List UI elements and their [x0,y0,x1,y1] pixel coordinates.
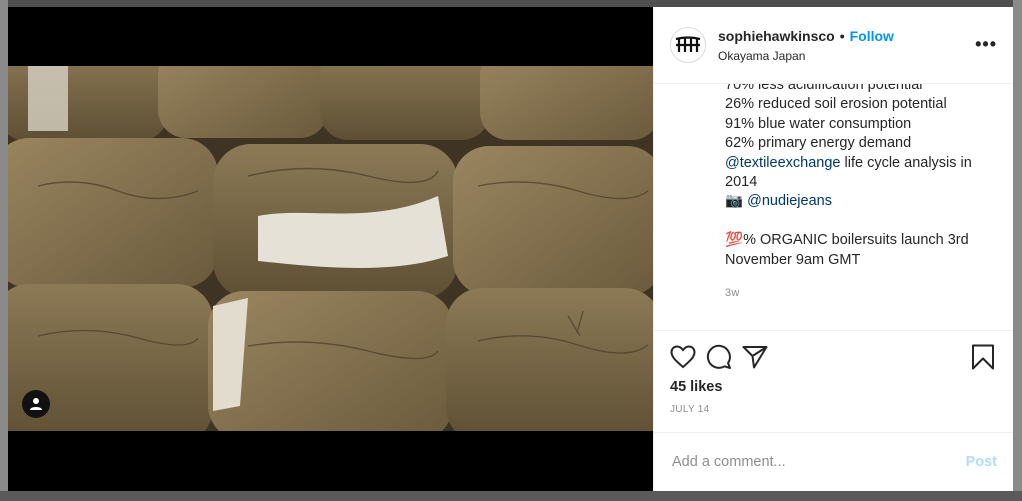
backdrop-right [1013,0,1022,501]
share-button[interactable] [742,341,778,373]
username[interactable]: sophiehawkinsco [718,28,835,44]
follow-button[interactable]: Follow [850,28,894,44]
post-sidebar: sophiehawkinsco • Follow Okayama Japan •… [653,7,1013,491]
action-area: 45 likes JULY 14 [654,330,1013,415]
post-comment-button[interactable]: Post [966,454,997,470]
comment-bar: Post [654,432,1013,491]
save-button[interactable] [971,341,997,373]
caption-line: 62% primary energy demand [725,135,912,152]
comment-button[interactable] [706,341,742,373]
caption-line: 💯% ORGANIC boilersuits launch 3rd Novemb… [725,231,999,270]
post-photo[interactable] [8,66,653,431]
caption-area: 70% less acidification potential 26% red… [654,84,1013,330]
hundred-emoji: 💯 [725,232,744,249]
mention-link[interactable]: @textileexchange [725,155,840,171]
post-date[interactable]: JULY 14 [670,404,997,415]
backdrop-top [0,0,1022,7]
caption-line: 📷 @nudiejeans [725,192,999,211]
hh-monogram-icon [675,36,701,52]
likes-count[interactable]: 45 likes [670,379,997,395]
user-tag-button[interactable] [22,390,50,418]
bookmark-icon [972,344,994,370]
comment-input[interactable] [670,453,966,471]
caption-text: 70% less acidification potential 26% red… [725,84,999,303]
backdrop-left [0,0,8,501]
cotton-bales-image [8,66,653,431]
backdrop-bottom [0,491,1022,501]
action-icons [670,341,997,373]
post-media [8,7,653,491]
comment-icon [706,344,731,369]
post-header: sophiehawkinsco • Follow Okayama Japan •… [654,7,1013,84]
more-options-button[interactable]: ••• [975,34,997,55]
caption-fragment: % ORGANIC boilersuits launch 3rd Novembe… [725,232,969,268]
caption-line: 70% less acidification potential [725,84,923,93]
send-icon [742,346,768,369]
user-icon [30,398,42,410]
separator-dot: • [839,27,845,44]
header-text: sophiehawkinsco • Follow Okayama Japan [718,28,894,63]
mention-link[interactable]: @nudiejeans [747,193,832,209]
camera-emoji: 📷 [725,193,744,210]
caption-line: 26% reduced soil erosion potential [725,96,947,113]
avatar[interactable] [670,27,706,63]
like-button[interactable] [670,341,706,373]
caption-line: @textileexchange life cycle analysis in … [725,154,999,193]
caption-timestamp[interactable]: 3w [725,284,999,303]
location-link[interactable]: Okayama Japan [718,49,894,63]
post-modal: sophiehawkinsco • Follow Okayama Japan •… [8,7,1013,491]
heart-icon [670,345,696,369]
header-line: sophiehawkinsco • Follow [718,28,894,44]
caption-line: 91% blue water consumption [725,115,912,132]
